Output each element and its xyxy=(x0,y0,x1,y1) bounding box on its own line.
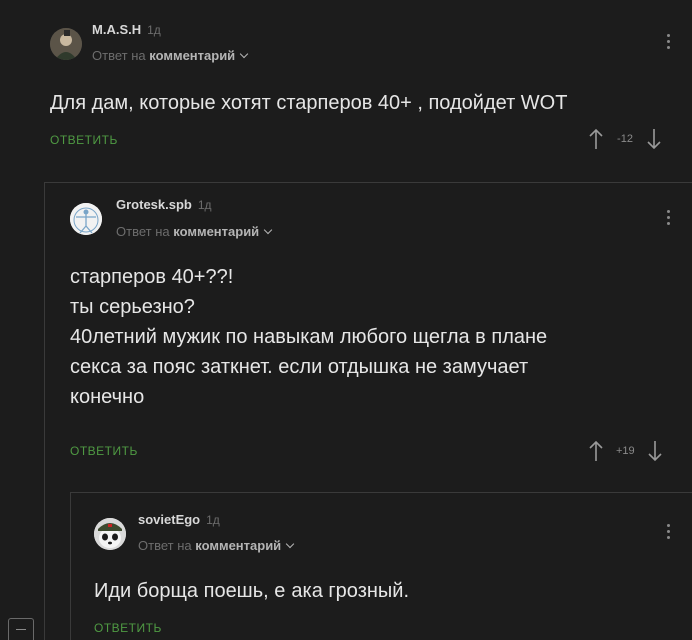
chevron-down-icon[interactable] xyxy=(285,539,295,549)
thread-branch-level-2 xyxy=(70,492,692,493)
kebab-menu-icon[interactable] xyxy=(667,210,671,228)
reply-to[interactable]: Ответ на комментарий xyxy=(92,48,249,63)
collapse-thread-handle[interactable] xyxy=(8,618,34,640)
author-name[interactable]: M.A.S.H 1д xyxy=(92,22,161,37)
reply-to[interactable]: Ответ на комментарий xyxy=(116,224,273,239)
reply-button[interactable]: ОТВЕТИТЬ xyxy=(70,444,138,458)
comment-line-start: Иди борща поешь, е xyxy=(94,580,286,602)
comment-text: Для дам, которые хотят старперов 40+ , п… xyxy=(50,88,567,118)
reply-button[interactable]: ОТВЕТИТЬ xyxy=(94,621,162,635)
kebab-menu-icon[interactable] xyxy=(667,34,671,52)
comment-text: старперов 40+??! ты серьезно? 40летний м… xyxy=(70,262,547,412)
vote-controls: -12 xyxy=(588,128,662,150)
reply-prefix: Ответ на xyxy=(138,538,192,553)
reply-target-link[interactable]: комментарий xyxy=(173,224,259,239)
reply-prefix: Ответ на xyxy=(116,224,170,239)
author-label[interactable]: Grotesk.spb xyxy=(116,197,192,212)
avatar[interactable] xyxy=(94,518,126,550)
reply-prefix: Ответ на xyxy=(92,48,146,63)
rating-value: -12 xyxy=(617,133,633,145)
comment-line: 40летний мужик по навыкам любого щегла в… xyxy=(70,326,548,348)
thread-line-level-2 xyxy=(70,492,71,640)
author-name[interactable]: sovietEgo 1д xyxy=(138,512,220,527)
upvote-arrow-icon[interactable] xyxy=(588,440,604,462)
comment-age: 1д xyxy=(197,198,212,212)
reply-button[interactable]: ОТВЕТИТЬ xyxy=(50,133,118,147)
rating-value: +19 xyxy=(616,445,635,457)
vote-controls: +19 xyxy=(588,440,663,462)
comment-line: старперов 40+??! xyxy=(70,266,234,288)
upvote-arrow-icon[interactable] xyxy=(588,128,604,150)
avatar[interactable] xyxy=(70,203,102,235)
reply-target-link[interactable]: комментарий xyxy=(149,48,235,63)
comment-line: секса за пояс заткнет. если отдышка не з… xyxy=(70,356,529,378)
comment-text: Иди борща поешь, е ака грозный. xyxy=(94,576,409,606)
kebab-menu-icon[interactable] xyxy=(667,524,671,542)
author-label[interactable]: sovietEgo xyxy=(138,512,200,527)
downvote-arrow-icon[interactable] xyxy=(646,128,662,150)
reply-to[interactable]: Ответ на комментарий xyxy=(138,538,295,553)
thread-branch-level-1 xyxy=(44,182,692,183)
avatar[interactable] xyxy=(50,28,82,60)
comment-line: ты серьезно? xyxy=(70,296,195,318)
comment-age: 1д xyxy=(147,23,161,37)
chevron-down-icon[interactable] xyxy=(263,225,273,235)
comment-line: Для дам, которые хотят старперов 40+ , п… xyxy=(50,92,568,114)
downvote-arrow-icon[interactable] xyxy=(647,440,663,462)
chevron-down-icon[interactable] xyxy=(239,49,249,59)
comment-age: 1д xyxy=(206,513,220,527)
author-label[interactable]: M.A.S.H xyxy=(92,22,141,37)
comment-line: конечно xyxy=(70,386,145,408)
thread-line-level-1 xyxy=(44,182,45,640)
reply-target-link[interactable]: комментарий xyxy=(195,538,281,553)
comment-line-end: ака грозный. xyxy=(291,580,410,602)
author-name[interactable]: Grotesk.spb 1д xyxy=(116,197,212,212)
